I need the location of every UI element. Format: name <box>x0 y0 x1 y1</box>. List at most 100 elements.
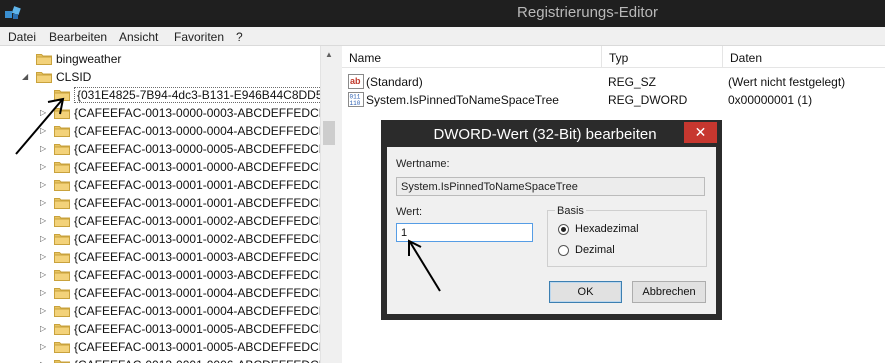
ok-button[interactable]: OK <box>549 281 622 303</box>
tree-node-label[interactable]: {CAFEEFAC-0013-0001-0002-ABCDEFFEDCBA} <box>74 214 337 228</box>
tree-node-label[interactable]: {CAFEEFAC-0013-0001-0002-ABCDEFFEDCBB} <box>74 232 337 246</box>
tree-node-label[interactable]: {CAFEEFAC-0013-0001-0006-ABCDEFFEDCBA} <box>74 358 337 363</box>
folder-icon <box>54 106 70 119</box>
cancel-button[interactable]: Abbrechen <box>632 281 706 303</box>
tree-node[interactable]: ▷ {CAFEEFAC-0013-0001-0001-ABCDEFFEDCBB} <box>0 194 337 212</box>
tree-node-label[interactable]: {CAFEEFAC-0013-0000-0004-ABCDEFFEDCBA} <box>74 124 337 138</box>
tree-node-label[interactable]: {CAFEEFAC-0013-0001-0000-ABCDEFFEDCBA} <box>74 160 337 174</box>
value-name: (Standard) <box>366 75 423 89</box>
tree-node[interactable]: bingweather <box>0 50 320 68</box>
tree-node-label[interactable]: bingweather <box>56 52 121 66</box>
folder-icon <box>54 232 70 245</box>
folder-icon <box>54 268 70 281</box>
tree-node[interactable]: ▷ {CAFEEFAC-0013-0001-0002-ABCDEFFEDCBA} <box>0 212 337 230</box>
basis-group: Hexadezimal Dezimal <box>547 210 707 267</box>
expand-icon[interactable]: ▷ <box>40 306 49 315</box>
tree-node[interactable]: ◢ CLSID <box>0 68 320 86</box>
tree-node-label[interactable]: {CAFEEFAC-0013-0000-0003-ABCDEFFEDCBA} <box>74 106 337 120</box>
tree-node[interactable]: ▷ {CAFEEFAC-0013-0001-0004-ABCDEFFEDCBA} <box>0 284 337 302</box>
expand-icon[interactable]: ▷ <box>40 144 49 153</box>
dec-radio[interactable] <box>558 245 569 256</box>
tree-node-label[interactable]: {CAFEEFAC-0013-0001-0005-ABCDEFFEDCBB} <box>74 340 337 354</box>
value-row[interactable]: ab (Standard) REG_SZ (Wert nicht festgel… <box>342 73 885 91</box>
tree-node[interactable]: {031E4825-7B94-4dc3-B131-E946B44C8DD5} <box>0 86 330 104</box>
folder-icon <box>54 88 70 101</box>
value-row[interactable]: 011 110 System.IsPinnedToNameSpaceTree R… <box>342 91 885 109</box>
tree-node[interactable]: ▷{CAFEEFAC-0013-0001-0006-ABCDEFFEDCBA} <box>0 356 337 363</box>
tree-node[interactable]: ▷ {CAFEEFAC-0013-0001-0003-ABCDEFFEDCBA} <box>0 248 337 266</box>
menu-favorites[interactable]: Favoriten <box>174 30 224 44</box>
tree-node-label[interactable]: {CAFEEFAC-0013-0001-0003-ABCDEFFEDCBA} <box>74 250 337 264</box>
scrollbar-thumb[interactable] <box>323 121 335 145</box>
tree-node[interactable]: ▷ {CAFEEFAC-0013-0001-0001-ABCDEFFEDCBA} <box>0 176 337 194</box>
dec-radio-label[interactable]: Dezimal <box>575 244 615 256</box>
expand-icon[interactable]: ▷ <box>40 342 49 351</box>
expand-icon[interactable]: ▷ <box>40 270 49 279</box>
scroll-up-icon[interactable]: ▲ <box>321 46 337 63</box>
expand-icon[interactable]: ▷ <box>40 198 49 207</box>
expand-icon[interactable]: ▷ <box>40 288 49 297</box>
tree-node-label[interactable]: {CAFEEFAC-0013-0001-0005-ABCDEFFEDCBA} <box>74 322 337 336</box>
tree-node-label[interactable]: {031E4825-7B94-4dc3-B131-E946B44C8DD5} <box>74 87 330 103</box>
menu-edit[interactable]: Bearbeiten <box>49 30 107 44</box>
hex-radio-label[interactable]: Hexadezimal <box>575 223 639 235</box>
tree-node-label[interactable]: {CAFEEFAC-0013-0001-0004-ABCDEFFEDCBA} <box>74 286 337 300</box>
expand-icon[interactable]: ▷ <box>40 252 49 261</box>
basis-legend: Basis <box>555 205 586 217</box>
tree-node[interactable]: ▷ {CAFEEFAC-0013-0001-0005-ABCDEFFEDCBA} <box>0 320 337 338</box>
tree-scrollbar[interactable]: ▲ <box>320 46 337 363</box>
key-tree[interactable]: bingweather ◢ CLSID {031E4825-7B94-4dc3-B13… <box>0 46 337 363</box>
expand-icon[interactable]: ▷ <box>40 234 49 243</box>
value-name-label: Wertname: <box>396 158 450 170</box>
expand-icon[interactable] <box>40 90 49 99</box>
column-name[interactable]: Name <box>342 46 602 68</box>
expand-icon[interactable]: ▷ <box>40 180 49 189</box>
menu-help[interactable]: ? <box>236 30 243 44</box>
value-data-input[interactable] <box>396 223 533 242</box>
tree-node-label[interactable]: {CAFEEFAC-0013-0001-0001-ABCDEFFEDCBB} <box>74 196 337 210</box>
tree-node-label[interactable]: {CAFEEFAC-0013-0001-0004-ABCDEFFEDCBB} <box>74 304 337 318</box>
folder-icon <box>54 322 70 335</box>
menu-view[interactable]: Ansicht <box>119 30 158 44</box>
string-value-icon: ab <box>348 74 364 89</box>
tree-node[interactable]: ▷ {CAFEEFAC-0013-0001-0003-ABCDEFFEDCBB} <box>0 266 337 284</box>
folder-icon <box>54 358 70 363</box>
expand-icon[interactable]: ▷ <box>40 324 49 333</box>
expand-icon[interactable]: ▷ <box>40 216 49 225</box>
value-name-field: System.IsPinnedToNameSpaceTree <box>396 177 705 196</box>
hex-radio[interactable] <box>558 224 569 235</box>
folder-icon <box>54 214 70 227</box>
folder-icon <box>54 142 70 155</box>
value-data: 0x00000001 (1) <box>728 93 813 107</box>
values-header: Name Typ Daten <box>342 46 885 68</box>
folder-icon <box>54 124 70 137</box>
menu-bar: Datei Bearbeiten Ansicht Favoriten ? <box>0 27 885 46</box>
expand-icon[interactable] <box>22 54 31 63</box>
menu-file[interactable]: Datei <box>8 30 36 44</box>
column-data[interactable]: Daten <box>723 46 885 68</box>
column-type[interactable]: Typ <box>602 46 723 68</box>
tree-node-label[interactable]: {CAFEEFAC-0013-0001-0003-ABCDEFFEDCBB} <box>74 268 337 282</box>
dialog-body: Wertname: System.IsPinnedToNameSpaceTree… <box>387 147 716 314</box>
close-button[interactable]: ✕ <box>684 122 717 143</box>
dword-value-icon: 011 110 <box>348 92 364 107</box>
tree-node[interactable]: ▷ {CAFEEFAC-0013-0001-0004-ABCDEFFEDCBB} <box>0 302 337 320</box>
title-bar: Registrierungs-Editor <box>0 0 885 27</box>
tree-node[interactable]: ▷ {CAFEEFAC-0013-0001-0000-ABCDEFFEDCBA} <box>0 158 337 176</box>
expand-icon[interactable]: ▷ <box>40 126 49 135</box>
expand-icon[interactable]: ▷ <box>40 162 49 171</box>
tree-node[interactable]: ▷ {CAFEEFAC-0013-0001-0005-ABCDEFFEDCBB} <box>0 338 337 356</box>
folder-icon <box>36 52 52 65</box>
folder-icon <box>54 178 70 191</box>
tree-node[interactable]: ▷ {CAFEEFAC-0013-0001-0002-ABCDEFFEDCBB} <box>0 230 337 248</box>
expand-icon[interactable]: ▷ <box>40 108 49 117</box>
tree-node[interactable]: ▷ {CAFEEFAC-0013-0000-0003-ABCDEFFEDCBA} <box>0 104 337 122</box>
folder-icon <box>54 340 70 353</box>
tree-node[interactable]: ▷ {CAFEEFAC-0013-0000-0004-ABCDEFFEDCBA} <box>0 122 337 140</box>
svg-text:110: 110 <box>350 100 361 107</box>
tree-node-label[interactable]: {CAFEEFAC-0013-0000-0005-ABCDEFFEDCBA} <box>74 142 337 156</box>
tree-node-label[interactable]: CLSID <box>56 70 91 84</box>
tree-node-label[interactable]: {CAFEEFAC-0013-0001-0001-ABCDEFFEDCBA} <box>74 178 337 192</box>
collapse-icon[interactable]: ◢ <box>22 72 31 81</box>
tree-node[interactable]: ▷ {CAFEEFAC-0013-0000-0005-ABCDEFFEDCBA} <box>0 140 337 158</box>
